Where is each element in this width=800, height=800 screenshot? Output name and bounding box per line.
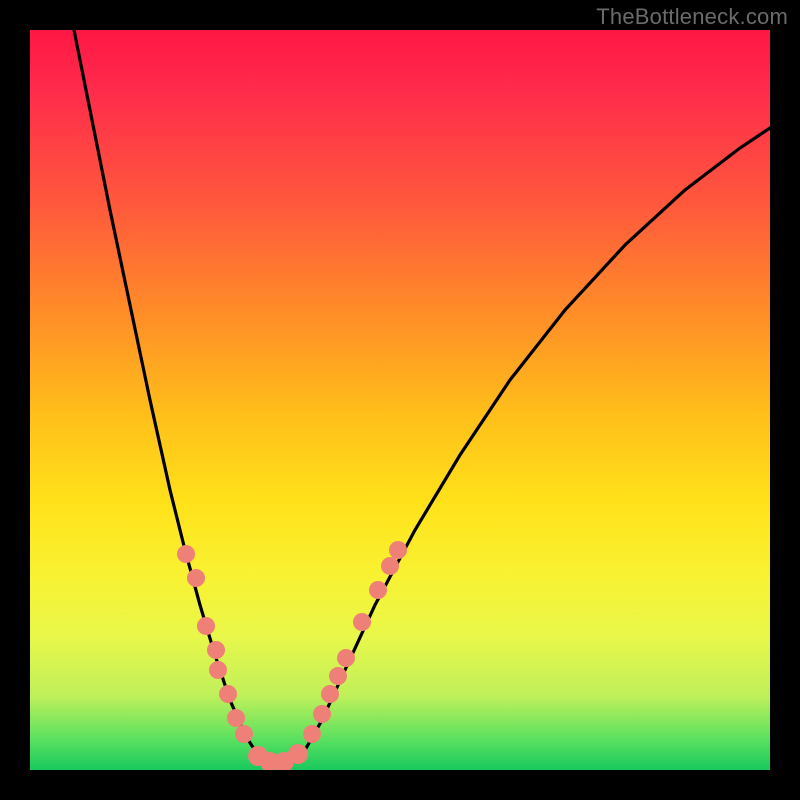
outer-frame: TheBottleneck.com: [0, 0, 800, 800]
data-dot: [288, 744, 308, 764]
curve-svg: [30, 30, 770, 770]
data-dot: [381, 557, 399, 575]
data-dot: [389, 541, 407, 559]
data-dot: [313, 705, 331, 723]
data-dot: [303, 725, 321, 743]
data-dot: [209, 661, 227, 679]
data-dots: [177, 541, 407, 770]
watermark-text: TheBottleneck.com: [596, 4, 788, 30]
data-dot: [227, 709, 245, 727]
data-dot: [197, 617, 215, 635]
data-dot: [207, 641, 225, 659]
data-dot: [353, 613, 371, 631]
data-dot: [337, 649, 355, 667]
data-dot: [187, 569, 205, 587]
data-dot: [329, 667, 347, 685]
curve-left: [74, 30, 278, 767]
data-dot: [321, 685, 339, 703]
data-dot: [177, 545, 195, 563]
curve-right: [278, 128, 770, 767]
data-dot: [369, 581, 387, 599]
plot-area: [30, 30, 770, 770]
data-dot: [235, 725, 253, 743]
data-dot: [219, 685, 237, 703]
